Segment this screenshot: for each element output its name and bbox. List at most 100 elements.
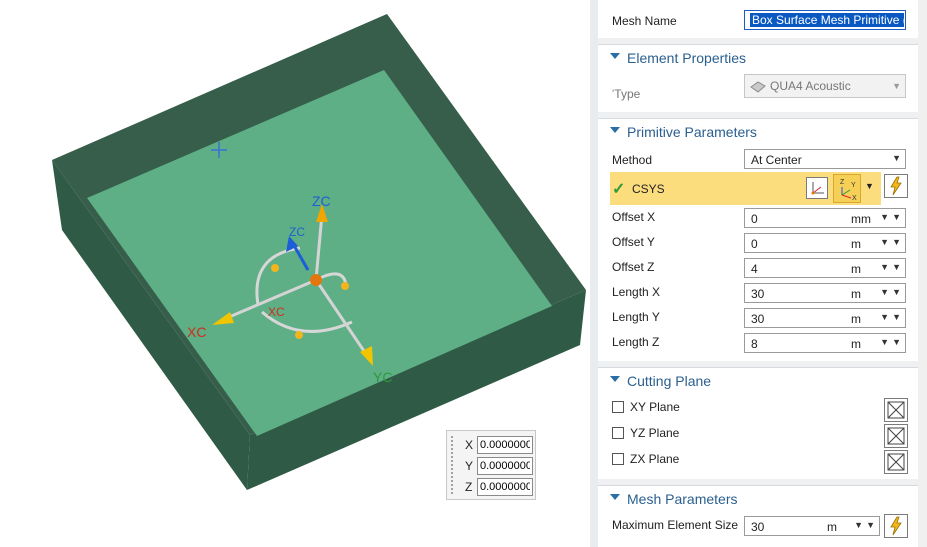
axis-label-yc: YC [373,369,393,385]
section-title: Cutting Plane [627,373,712,389]
axis-label-zc-small: ZC [289,225,305,239]
section-title: Primitive Parameters [627,124,757,140]
infer-button[interactable] [884,174,908,198]
section-title: Mesh Parameters [627,491,738,507]
mesh-name-label: Mesh Name [612,14,677,28]
yz-plane-button[interactable] [884,424,908,448]
coord-x-label: X [465,438,474,452]
chevron-down-icon[interactable]: ▼ [880,212,889,222]
offset-y-input[interactable]: 0 m ▼ ▼ [744,233,906,253]
chevron-down-icon[interactable]: ▼ [866,520,875,530]
coord-x-input[interactable] [477,436,533,454]
section-cutting-plane[interactable]: Cutting Plane [598,367,918,394]
collapse-icon [610,376,620,382]
csys-type-icon: Z Y X [840,179,857,202]
section-element-properties[interactable]: Element Properties [598,44,918,71]
length-z-input[interactable]: 8 m ▼ ▼ [744,333,906,353]
chevron-down-icon[interactable]: ▼ [854,520,863,530]
csys-dialog-button[interactable] [806,177,828,199]
drag-handle[interactable] [450,435,454,495]
axis-label-zc: ZC [312,193,331,209]
length-z-label: Length Z [612,335,660,349]
zx-plane-checkbox[interactable] [612,453,624,465]
length-x-value: 30 [751,287,765,301]
offset-x-input[interactable]: 0 mm ▼ ▼ [744,208,906,228]
length-y-unit[interactable]: m [851,312,861,326]
length-y-input[interactable]: 30 m ▼ ▼ [744,308,906,328]
max-element-size-unit[interactable]: m [827,520,837,534]
chevron-down-icon[interactable]: ▼ [880,287,889,297]
max-element-size-value: 30 [751,520,765,534]
collapse-icon [610,494,620,500]
length-y-value: 30 [751,312,765,326]
plane-icon [887,453,905,471]
offset-z-input[interactable]: 4 m ▼ ▼ [744,258,906,278]
offset-y-label: Offset Y [612,235,655,249]
coord-z-input[interactable] [477,478,533,496]
mesh-name-value: Box Surface Mesh Primitive ( [750,13,904,27]
splitter[interactable] [590,0,598,547]
method-select[interactable]: At Center ▼ [744,149,906,169]
coord-row-y: Y [457,456,535,476]
length-z-unit[interactable]: m [851,337,861,351]
offset-x-unit[interactable]: mm [851,212,871,226]
csys-label: CSYS [632,182,665,196]
vertical-scrollbar[interactable] [918,0,927,547]
quad-element-icon [750,81,766,93]
xy-plane-checkbox[interactable] [612,401,624,413]
offset-y-value: 0 [751,237,758,251]
chevron-down-icon[interactable]: ▼ [892,337,901,347]
section-mesh-parameters[interactable]: Mesh Parameters [598,485,918,512]
lightning-icon [890,176,902,196]
zx-plane-button[interactable] [884,450,908,474]
svg-text:Z: Z [840,179,845,186]
offset-z-value: 4 [751,262,758,276]
csys-type-button[interactable]: Z Y X [833,174,861,203]
offset-x-value: 0 [751,212,758,226]
xy-plane-button[interactable] [884,398,908,422]
coord-y-label: Y [465,459,474,473]
chevron-down-icon[interactable]: ▼ [892,237,901,247]
offset-z-unit[interactable]: m [851,262,861,276]
offset-x-label: Offset X [612,210,656,224]
yz-plane-checkbox[interactable] [612,427,624,439]
length-z-value: 8 [751,337,758,351]
csys-dialog-icon [811,182,824,195]
max-element-size-input[interactable]: 30 m ▼ ▼ [744,516,880,536]
chevron-down-icon[interactable]: ▼ [892,212,901,222]
type-select[interactable]: QUA4 Acoustic ▼ [744,74,906,98]
mesh-name-input[interactable]: Box Surface Mesh Primitive ( [744,10,906,30]
coord-y-input[interactable] [477,457,533,475]
chevron-down-icon[interactable]: ▼ [892,262,901,272]
chevron-down-icon[interactable]: ▼ [880,262,889,272]
zx-plane-label: ZX Plane [630,452,680,466]
type-label: 'Type [612,87,641,101]
xy-plane-label: XY Plane [630,400,680,414]
method-label: Method [612,153,653,167]
chevron-down-icon[interactable]: ▼ [880,337,889,347]
yz-plane-label: YZ Plane [630,426,680,440]
type-label-text: Type [614,87,641,101]
graphics-viewport[interactable]: ZC ZC XC XC YC X Y Z [0,0,590,547]
section-title: Element Properties [627,50,747,66]
offset-y-unit[interactable]: m [851,237,861,251]
chevron-down-icon[interactable]: ▼ [880,237,889,247]
chevron-down-icon: ▼ [892,81,901,91]
chevron-down-icon[interactable]: ▼ [892,312,901,322]
length-x-unit[interactable]: m [851,287,861,301]
chevron-down-icon: ▼ [892,153,901,163]
coord-row-x: X [457,435,535,455]
chevron-down-icon[interactable]: ▼ [880,312,889,322]
section-primitive-parameters[interactable]: Primitive Parameters [598,118,918,145]
svg-text:Y: Y [851,182,856,189]
type-value: QUA4 Acoustic [770,79,851,93]
offset-z-label: Offset Z [612,260,655,274]
method-value: At Center [751,153,802,167]
chevron-down-icon[interactable]: ▼ [865,181,874,191]
length-x-input[interactable]: 30 m ▼ ▼ [744,283,906,303]
coordinate-input-box: X Y Z [446,430,536,500]
check-icon: ✓ [612,181,626,198]
svg-text:X: X [852,195,857,202]
chevron-down-icon[interactable]: ▼ [892,287,901,297]
max-size-infer-button[interactable] [884,514,908,538]
